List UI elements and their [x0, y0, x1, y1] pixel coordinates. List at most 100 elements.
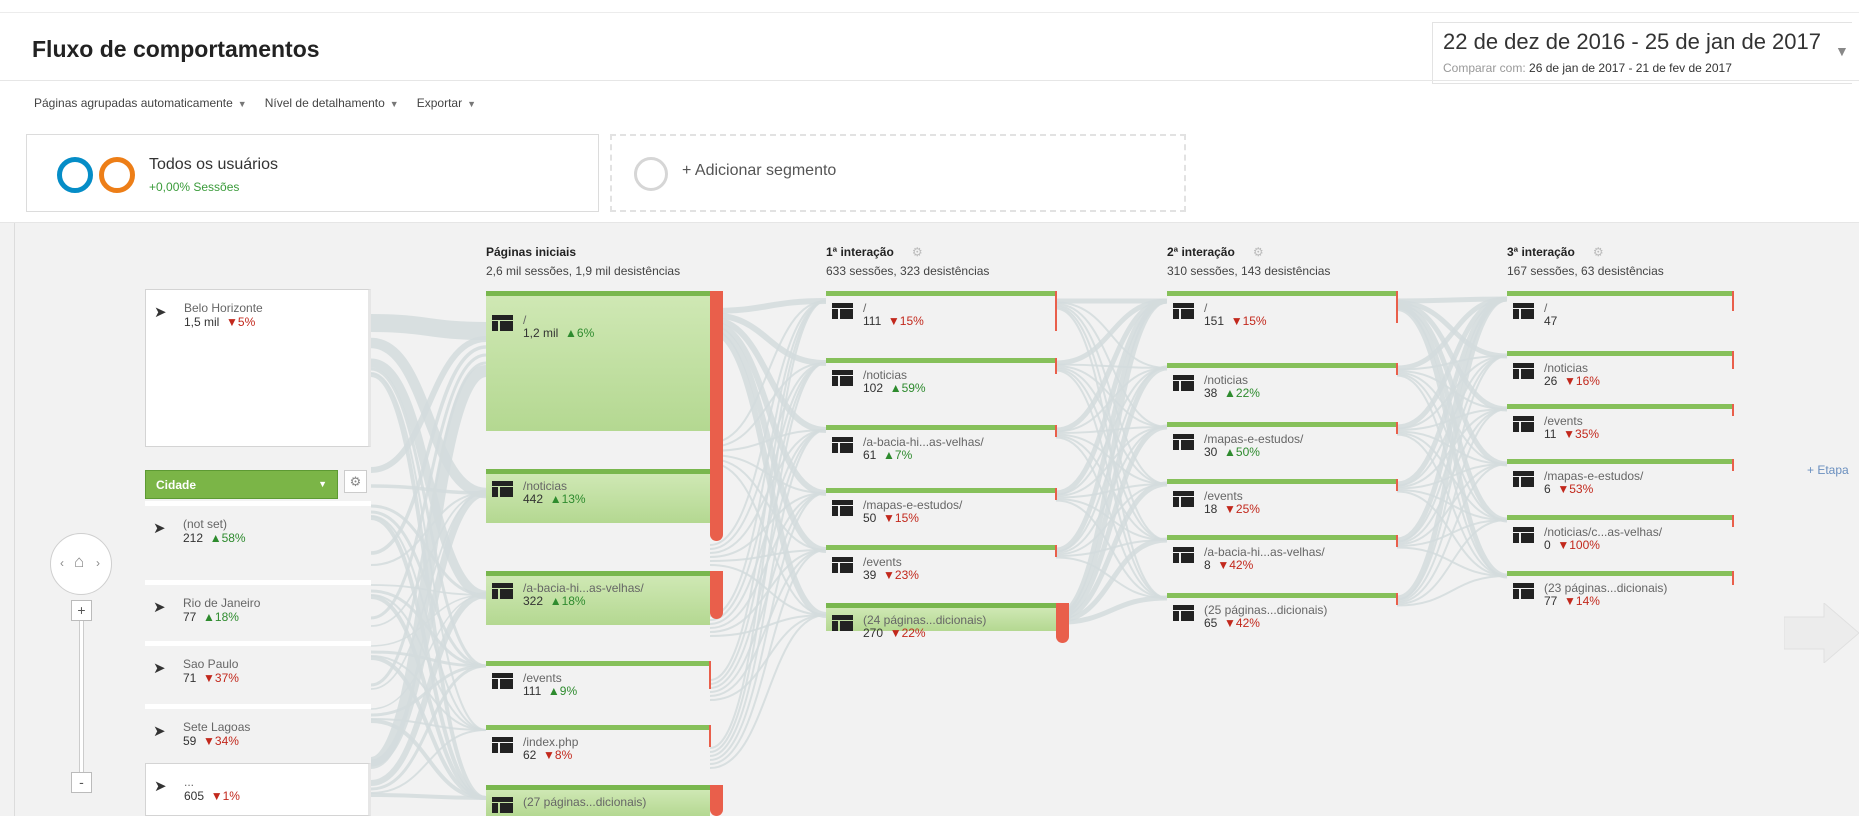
- city-node[interactable]: ➤... 605 ▼1%: [145, 763, 371, 816]
- dropoff-bar[interactable]: [1732, 571, 1734, 585]
- page-node[interactable]: (23 páginas...dicionais) 77 ▼14%: [1507, 571, 1734, 611]
- page-node[interactable]: /1,2 mil ▲6%: [486, 291, 723, 496]
- node-bar: [826, 488, 1056, 494]
- dropoff-bar[interactable]: [1056, 603, 1069, 643]
- flow-link[interactable]: [1055, 298, 1168, 618]
- dropoff-bar[interactable]: [1732, 404, 1734, 416]
- zoom-in-button[interactable]: +: [71, 600, 92, 621]
- dropoff-bar[interactable]: [1055, 488, 1057, 500]
- flow-canvas[interactable]: ‹ ⌂ › + - Cidade ▼ ⚙ Páginas iniciais 2,…: [0, 223, 1859, 816]
- flow-link[interactable]: [709, 492, 827, 761]
- page-node[interactable]: /noticias/c...as-velhas/0 ▼100%: [1507, 515, 1734, 555]
- pan-control[interactable]: ‹ ⌂ ›: [50, 533, 112, 595]
- dropoff-bar[interactable]: [710, 785, 723, 816]
- dropoff-bar[interactable]: [1055, 545, 1057, 557]
- column-header-interaction-1: 1ª interação ⚙ 633 sessões, 323 desistênc…: [826, 245, 989, 278]
- page-node[interactable]: /events 39 ▼23%: [826, 545, 1057, 585]
- flow-link[interactable]: [1396, 296, 1508, 601]
- pan-left-icon[interactable]: ‹: [60, 556, 64, 570]
- page-node[interactable]: (27 páginas...dicionais): [486, 785, 723, 816]
- add-segment-button[interactable]: + Adicionar segmento: [610, 134, 1186, 212]
- gear-icon[interactable]: ⚙: [1253, 245, 1264, 259]
- page-node[interactable]: /a-bacia-hi...as-velhas/61 ▲7%: [826, 425, 1057, 465]
- page-value: 1,2 mil ▲6%: [523, 326, 594, 340]
- dropoff-bar[interactable]: [1396, 422, 1398, 434]
- dropoff-bar[interactable]: [1055, 291, 1057, 331]
- page-node[interactable]: /noticias 102 ▲59%: [826, 358, 1057, 398]
- compare-label: Comparar com:: [1443, 61, 1526, 75]
- city-sessions: 605: [184, 789, 205, 803]
- dropoff-bar[interactable]: [1396, 479, 1398, 491]
- page-value: 11 ▼35%: [1544, 427, 1599, 441]
- page-node[interactable]: (25 páginas...dicionais) 65 ▼42%: [1167, 593, 1398, 633]
- dropoff-bar[interactable]: [710, 571, 723, 619]
- page-node[interactable]: /111 ▼15%: [826, 291, 1057, 331]
- city-node[interactable]: ➤ Sete Lagoas 59 ▼34%: [145, 704, 371, 748]
- page-node[interactable]: /151 ▼15%: [1167, 291, 1398, 331]
- column-title: 3ª interação ⚙: [1507, 245, 1664, 259]
- dropoff-bar[interactable]: [709, 725, 711, 747]
- add-step-link[interactable]: + Etapa: [1807, 463, 1849, 477]
- page-node[interactable]: /a-bacia-hi...as-velhas/8 ▼42%: [1167, 535, 1398, 575]
- dimension-select[interactable]: Cidade ▼: [145, 470, 338, 499]
- node-bar: [826, 291, 1056, 301]
- dropoff-bar[interactable]: [710, 469, 723, 541]
- segment-all-users[interactable]: Todos os usuários +0,00% Sessões: [26, 134, 599, 212]
- page-node[interactable]: /index.php 62 ▼8%: [486, 725, 711, 765]
- page-change: ▲22%: [1224, 386, 1260, 400]
- page-node[interactable]: /events 18 ▼25%: [1167, 479, 1398, 519]
- page-node[interactable]: /events 11 ▼35%: [1507, 404, 1734, 444]
- city-node[interactable]: ➤ Rio de Janeiro 77 ▲18%: [145, 580, 371, 624]
- dropoff-bar[interactable]: [1396, 291, 1398, 323]
- page-node[interactable]: /events 111 ▲9%: [486, 661, 711, 701]
- page-node[interactable]: /a-bacia-hi...as-velhas/322 ▲18%: [486, 571, 723, 625]
- page-node[interactable]: /noticias 442 ▲13%: [486, 469, 723, 541]
- dropoff-bar[interactable]: [1396, 593, 1398, 605]
- grouping-menu[interactable]: Páginas agrupadas automaticamente ▼: [34, 96, 247, 110]
- page-value: 38 ▲22%: [1204, 386, 1260, 400]
- dropoff-bar[interactable]: [1732, 515, 1734, 527]
- page-sessions: 65: [1204, 616, 1218, 630]
- dropoff-bar[interactable]: [1732, 459, 1734, 471]
- dropoff-bar[interactable]: [1732, 291, 1734, 311]
- city-node[interactable]: ➤ Sao Paulo 71 ▼37%: [145, 641, 371, 685]
- dropoff-bar[interactable]: [709, 661, 711, 689]
- dropoff-bar[interactable]: [1396, 363, 1398, 375]
- zoom-slider[interactable]: [79, 607, 84, 779]
- dropoff-bar[interactable]: [710, 291, 723, 496]
- page-change: ▼8%: [543, 748, 573, 762]
- page-node[interactable]: /noticias 38 ▲22%: [1167, 363, 1398, 403]
- segment-name: Todos os usuários: [149, 156, 278, 173]
- page-path: /a-bacia-hi...as-velhas/: [863, 435, 984, 449]
- flow-link[interactable]: [709, 300, 827, 749]
- city-node[interactable]: ➤ Belo Horizonte 1,5 mil ▼5%: [145, 289, 371, 447]
- flow-link[interactable]: [709, 300, 827, 617]
- chevron-down-icon: ▼: [389, 99, 399, 109]
- date-range-picker[interactable]: 22 de dez de 2016 - 25 de jan de 2017 ▼ …: [1432, 22, 1852, 84]
- gear-icon[interactable]: ⚙: [1593, 245, 1604, 259]
- export-menu[interactable]: Exportar ▼: [417, 96, 476, 110]
- page-value: [523, 808, 530, 816]
- zoom-out-button[interactable]: -: [71, 772, 92, 793]
- dropoff-bar[interactable]: [1732, 351, 1734, 369]
- city-node[interactable]: ➤ (not set) 212 ▲58%: [145, 501, 371, 545]
- page-node[interactable]: /noticias 26 ▼16%: [1507, 351, 1734, 391]
- dropoff-bar[interactable]: [1055, 358, 1057, 374]
- page-node[interactable]: (24 páginas...dicionais) 270 ▼22%: [826, 603, 1069, 643]
- dropoff-bar[interactable]: [1055, 425, 1057, 437]
- home-icon[interactable]: ⌂: [74, 552, 84, 572]
- gear-icon[interactable]: ⚙: [344, 470, 367, 493]
- chevron-down-icon[interactable]: ▼: [1835, 43, 1849, 59]
- page-node[interactable]: /mapas-e-estudos/6 ▼53%: [1507, 459, 1734, 499]
- next-step-arrow-icon[interactable]: [1784, 603, 1859, 663]
- pan-right-icon[interactable]: ›: [96, 556, 100, 570]
- page-value: 61 ▲7%: [863, 448, 912, 462]
- flow-link[interactable]: [370, 314, 487, 340]
- page-node[interactable]: /47: [1507, 291, 1734, 331]
- arrow-entry-icon: ➤: [153, 599, 166, 616]
- page-node[interactable]: /mapas-e-estudos/30 ▲50%: [1167, 422, 1398, 462]
- page-node[interactable]: /mapas-e-estudos/50 ▼15%: [826, 488, 1057, 528]
- dropoff-bar[interactable]: [1396, 535, 1398, 547]
- gear-icon[interactable]: ⚙: [912, 245, 923, 259]
- detail-level-menu[interactable]: Nível de detalhamento ▼: [265, 96, 399, 110]
